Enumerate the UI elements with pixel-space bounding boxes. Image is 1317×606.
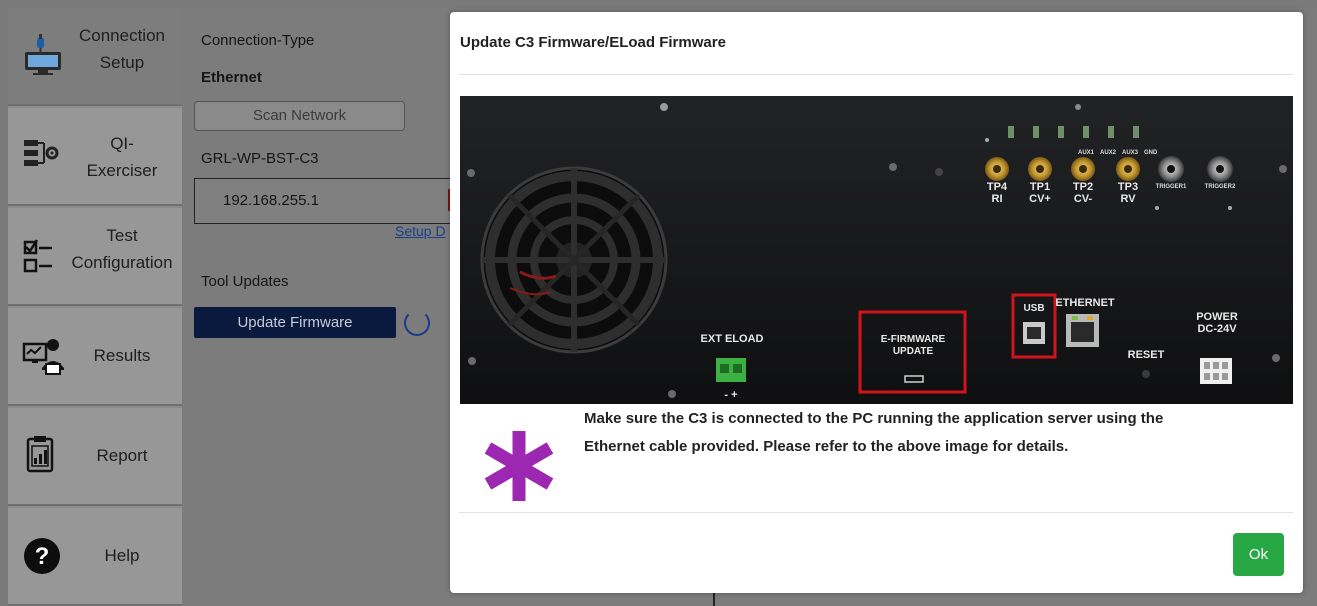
tool-updates-label: Tool Updates (201, 273, 289, 290)
computer-plug-icon (25, 34, 61, 75)
cv-minus-label: CV- (1074, 193, 1093, 205)
e-firmware-label: E-FIRMWARE (881, 334, 946, 345)
aux1-label: AUX1 (1078, 150, 1095, 156)
ext-eload-label: EXT ELOAD (701, 333, 764, 345)
gnd-label: GND (1144, 150, 1158, 156)
checklist-icon (23, 239, 52, 273)
sidebar-item-label: Test Configuration (71, 226, 173, 272)
user-monitor-icon (22, 339, 64, 375)
polarity-label: - + (724, 389, 737, 401)
sidebar-item-label: Help (104, 546, 140, 565)
scan-network-button[interactable]: Scan Network (194, 101, 405, 131)
sidebar: Connection Setup QI- Exerciser Test Conf… (8, 8, 182, 606)
rv-label: RV (1120, 193, 1136, 205)
tp1-label: TP1 (1030, 181, 1050, 193)
setup-link[interactable]: Setup D (395, 223, 453, 239)
asterisk-icon (484, 431, 554, 501)
sidebar-item-test-configuration[interactable]: Test Configuration (8, 208, 182, 306)
power-label: POWER (1196, 311, 1238, 323)
trigger2-label: TRIGGER2 (1205, 184, 1236, 190)
sidebar-item-label: Report (96, 446, 148, 465)
dialog-footer-divider (459, 512, 1293, 513)
loading-spinner (404, 310, 430, 336)
device-name: GRL-WP-BST-C3 (201, 150, 319, 167)
dc24v-label: DC-24V (1197, 323, 1237, 335)
update-firmware-button[interactable]: Update Firmware (194, 307, 396, 338)
dialog-header-divider (459, 74, 1293, 75)
ip-address-field[interactable]: 192.168.255.1 (194, 178, 456, 224)
clipboard-chart-icon (26, 436, 54, 473)
circuit-gear-icon (24, 140, 59, 166)
tp4-label: TP4 (987, 181, 1008, 193)
sidebar-item-qi-exerciser[interactable]: QI- Exerciser (8, 108, 182, 206)
ethernet-label: ETHERNET (1055, 297, 1115, 309)
svg-text:?: ? (35, 543, 50, 570)
sidebar-item-label: QI- Exerciser (86, 134, 158, 180)
tp2-label: TP2 (1073, 181, 1093, 193)
sidebar-item-connection-setup[interactable]: Connection Setup (8, 8, 182, 106)
trigger1-label: TRIGGER1 (1156, 184, 1187, 190)
question-circle-icon: ? (24, 538, 60, 574)
cv-plus-label: CV+ (1029, 193, 1051, 205)
ok-button[interactable]: Ok (1233, 533, 1284, 576)
ri-label: RI (992, 193, 1003, 205)
tp3-label: TP3 (1118, 181, 1138, 193)
usb-label: USB (1023, 303, 1044, 314)
sidebar-item-help[interactable]: ? Help (8, 508, 182, 606)
aux2-label: AUX2 (1100, 150, 1117, 156)
sidebar-item-label: Results (93, 346, 151, 365)
dialog-message: Make sure the C3 is connected to the PC … (584, 410, 1164, 455)
sidebar-item-results[interactable]: Results (8, 308, 182, 406)
update-label: UPDATE (893, 346, 934, 357)
update-firmware-dialog: Update C3 Firmware/ELoad Firmware AUX1 A… (450, 12, 1303, 593)
ip-address-value: 192.168.255.1 (223, 192, 319, 209)
sidebar-item-label: Connection Setup (78, 26, 165, 72)
sidebar-item-report[interactable]: Report (8, 408, 182, 506)
connection-type-label: Connection-Type (201, 32, 315, 49)
device-rear-panel-image: AUX1 AUX2 AUX3 GND TP4 RI TP1 CV+ TP2 CV… (460, 96, 1293, 404)
dialog-title: Update C3 Firmware/ELoad Firmware (460, 34, 726, 51)
aux3-label: AUX3 (1122, 150, 1139, 156)
connection-type-value: Ethernet (201, 69, 262, 86)
reset-label: RESET (1128, 349, 1165, 361)
